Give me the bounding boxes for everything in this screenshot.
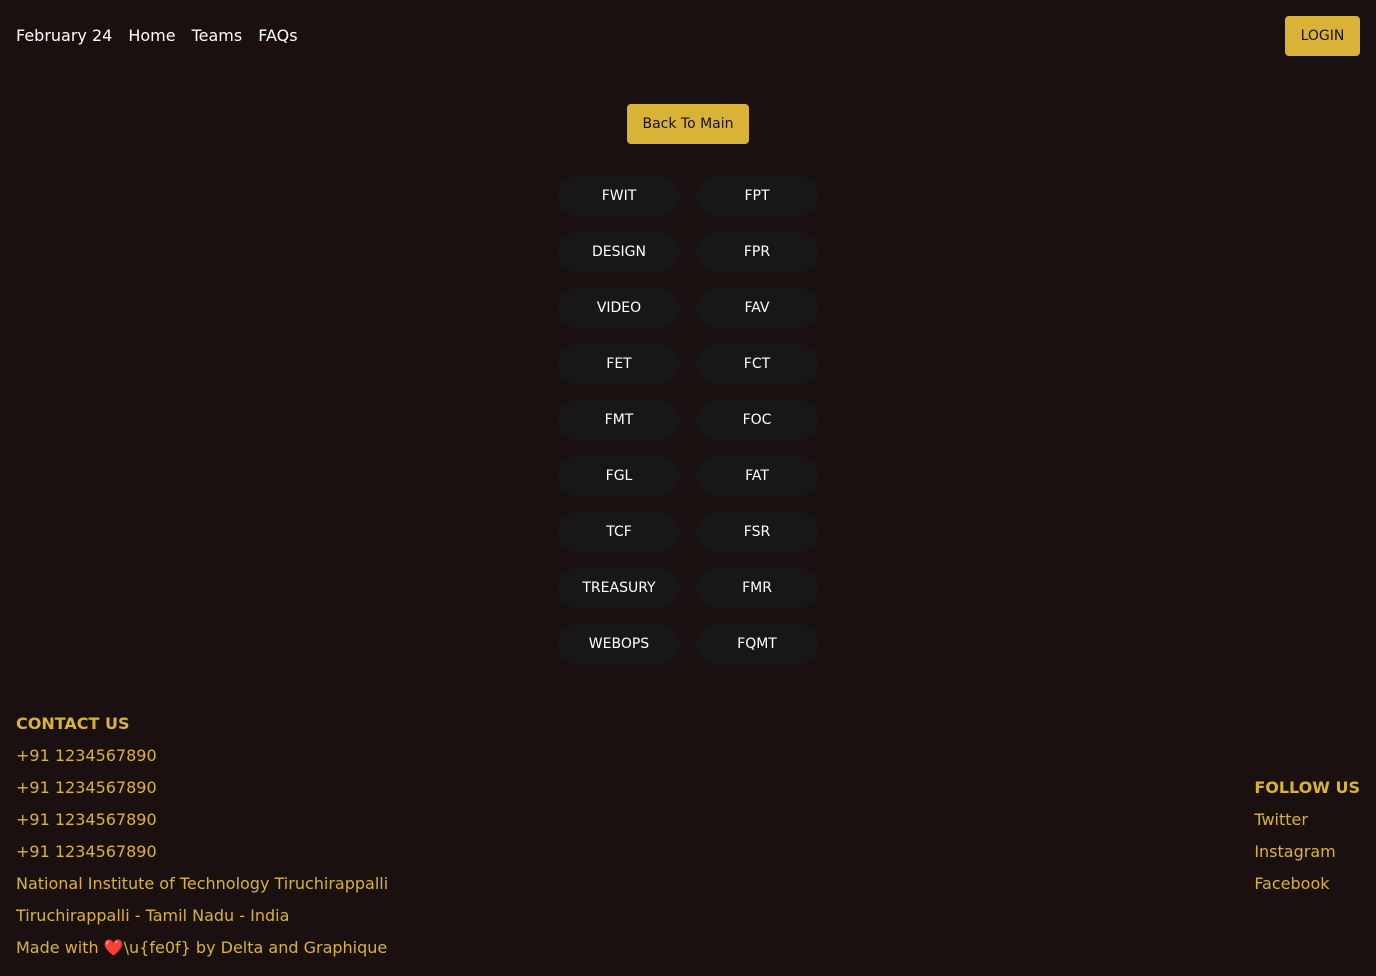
contact-heading: CONTACT US xyxy=(16,714,130,733)
team-button-video[interactable]: VIDEO xyxy=(558,288,680,328)
team-button-grid: FWIT FPT DESIGN FPR VIDEO FAV FET FCT FM… xyxy=(558,176,818,664)
brand-link[interactable]: February 24 xyxy=(16,26,112,45)
contact-phone: +91 1234567890 xyxy=(16,778,157,797)
login-button[interactable]: LOGIN xyxy=(1285,16,1360,56)
team-button-fct[interactable]: FCT xyxy=(696,344,818,384)
top-nav: February 24 Home Teams FAQs xyxy=(16,26,298,45)
team-button-treasury[interactable]: TREASURY xyxy=(558,568,680,608)
credits-text: Made with ❤️\u{fe0f} by Delta and Graphi… xyxy=(16,938,388,957)
team-button-webops[interactable]: WEBOPS xyxy=(558,624,680,664)
team-button-fsr[interactable]: FSR xyxy=(696,512,818,552)
contact-phone: +91 1234567890 xyxy=(16,842,157,861)
team-button-fat[interactable]: FAT xyxy=(696,456,818,496)
team-button-fpr[interactable]: FPR xyxy=(696,232,818,272)
follow-heading: FOLLOW US xyxy=(1254,778,1360,797)
team-button-tcf[interactable]: TCF xyxy=(558,512,680,552)
institute-name: National Institute of Technology Tiruchi… xyxy=(16,874,389,893)
team-button-fav[interactable]: FAV xyxy=(696,288,818,328)
contact-section: CONTACT US +91 1234567890 +91 1234567890… xyxy=(16,712,388,968)
team-button-fmr[interactable]: FMR xyxy=(696,568,818,608)
contact-phone: +91 1234567890 xyxy=(16,746,157,765)
twitter-link[interactable]: Twitter xyxy=(1254,810,1308,829)
facebook-link[interactable]: Facebook xyxy=(1254,874,1329,893)
team-button-fet[interactable]: FET xyxy=(558,344,680,384)
team-button-fwit[interactable]: FWIT xyxy=(558,176,680,216)
contact-phone: +91 1234567890 xyxy=(16,810,157,829)
nav-teams-link[interactable]: Teams xyxy=(192,26,243,45)
follow-section: FOLLOW US Twitter Instagram Facebook xyxy=(1254,776,1360,904)
team-button-fgl[interactable]: FGL xyxy=(558,456,680,496)
team-button-fpt[interactable]: FPT xyxy=(696,176,818,216)
team-button-fqmt[interactable]: FQMT xyxy=(696,624,818,664)
team-button-foc[interactable]: FOC xyxy=(696,400,818,440)
team-button-design[interactable]: DESIGN xyxy=(558,232,680,272)
nav-faqs-link[interactable]: FAQs xyxy=(258,26,297,45)
team-button-fmt[interactable]: FMT xyxy=(558,400,680,440)
back-to-main-button[interactable]: Back To Main xyxy=(627,104,749,144)
institute-location: Tiruchirappalli - Tamil Nadu - India xyxy=(16,906,290,925)
instagram-link[interactable]: Instagram xyxy=(1254,842,1335,861)
nav-home-link[interactable]: Home xyxy=(128,26,175,45)
